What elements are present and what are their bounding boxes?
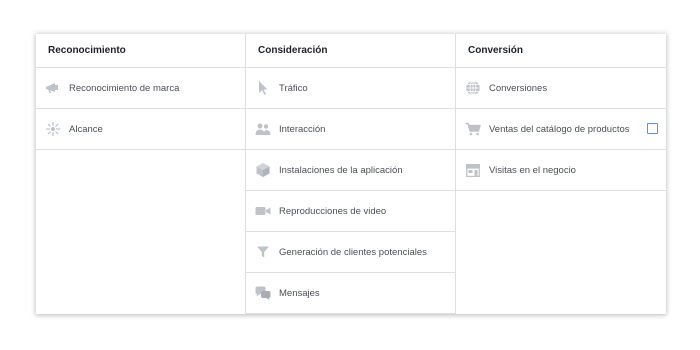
objective-label: Generación de clientes potenciales <box>279 246 427 258</box>
select-checkbox[interactable] <box>647 123 658 134</box>
objective-video-views[interactable]: Reproducciones de video <box>246 191 455 232</box>
column-conversion: Conversión Conversiones Ventas del catál… <box>456 34 666 314</box>
shopping-cart-icon <box>465 121 481 137</box>
objective-app-installs[interactable]: Instalaciones de la aplicación <box>246 150 455 191</box>
objective-label: Mensajes <box>279 287 320 299</box>
objective-selector-card: Reconocimiento Reconocimiento de marca A… <box>36 34 666 314</box>
objective-brand-awareness[interactable]: Reconocimiento de marca <box>36 68 245 109</box>
globe-icon <box>465 80 481 96</box>
objective-conversions[interactable]: Conversiones <box>456 68 666 109</box>
column-awareness: Reconocimiento Reconocimiento de marca A… <box>36 34 246 314</box>
video-camera-icon <box>255 203 271 219</box>
objective-messages[interactable]: Mensajes <box>246 273 455 314</box>
objective-store-visits[interactable]: Visitas en el negocio <box>456 150 666 191</box>
objective-label: Reproducciones de video <box>279 205 387 217</box>
objective-label: Visitas en el negocio <box>489 164 576 176</box>
reach-icon <box>45 121 61 137</box>
objective-label: Interacción <box>279 123 326 135</box>
objective-label: Ventas del catálogo de productos <box>489 123 630 135</box>
objective-label: Alcance <box>69 123 103 135</box>
column-consideration: Consideración Tráfico Interacción Instal… <box>246 34 456 314</box>
box-icon <box>255 162 271 178</box>
objective-label: Reconocimiento de marca <box>69 82 180 94</box>
filter-icon <box>255 244 271 260</box>
objective-label: Tráfico <box>279 82 308 94</box>
column-header-consideration: Consideración <box>246 34 455 68</box>
column-header-awareness: Reconocimiento <box>36 34 245 68</box>
objective-label: Instalaciones de la aplicación <box>279 164 403 176</box>
column-header-conversion: Conversión <box>456 34 666 68</box>
store-icon <box>465 162 481 178</box>
people-icon <box>255 121 271 137</box>
chat-bubbles-icon <box>255 285 271 301</box>
objective-engagement[interactable]: Interacción <box>246 109 455 150</box>
objective-lead-generation[interactable]: Generación de clientes potenciales <box>246 232 455 273</box>
cursor-icon <box>255 80 271 96</box>
objective-reach[interactable]: Alcance <box>36 109 245 150</box>
megaphone-icon <box>45 80 61 96</box>
objective-catalog-sales[interactable]: Ventas del catálogo de productos <box>456 109 666 150</box>
objective-traffic[interactable]: Tráfico <box>246 68 455 109</box>
objective-label: Conversiones <box>489 82 548 94</box>
